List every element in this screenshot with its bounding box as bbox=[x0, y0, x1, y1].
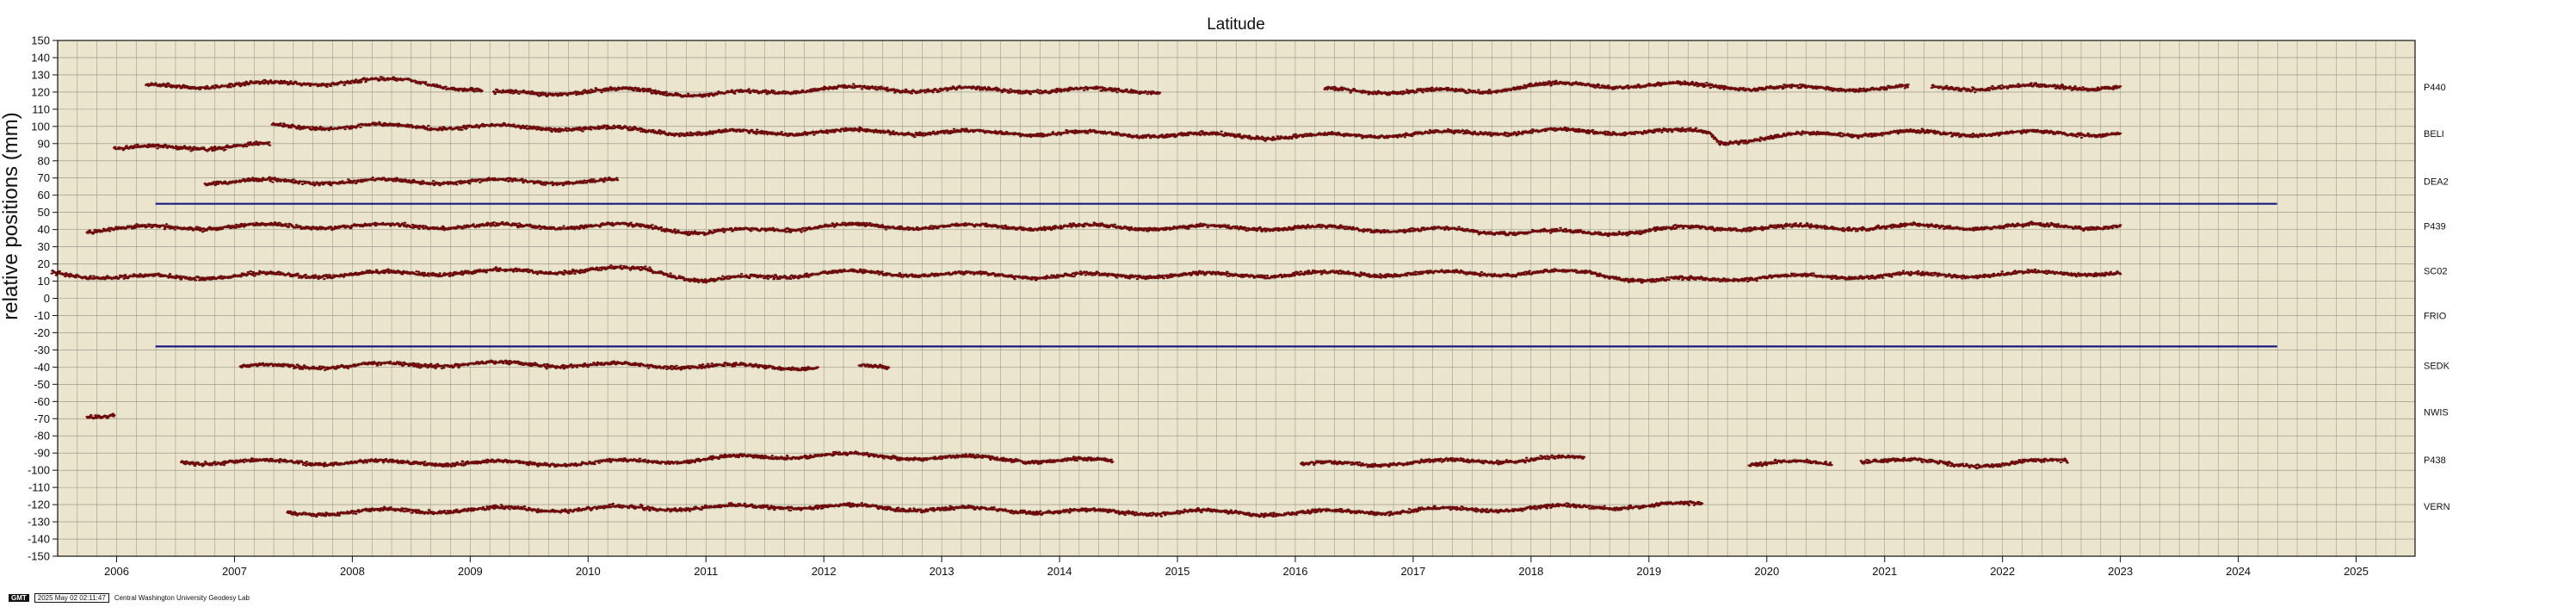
x-tick-label: 2020 bbox=[1754, 565, 1779, 578]
station-label-sc02: SC02 bbox=[2424, 267, 2448, 277]
x-tick-label: 2025 bbox=[2344, 565, 2369, 578]
credit: Central Washington University Geodesy La… bbox=[114, 594, 250, 602]
grid bbox=[57, 40, 2415, 556]
y-tick-label: 90 bbox=[38, 137, 50, 150]
y-tick-label: 120 bbox=[31, 85, 50, 98]
y-tick-label: -80 bbox=[34, 430, 50, 443]
latitude-chart: Latitude relative positions (mm) 150 140 1… bbox=[0, 15, 2450, 578]
x-tick-label: 2010 bbox=[576, 565, 601, 578]
station-label-p439: P439 bbox=[2424, 222, 2446, 232]
timestamp: 2025 May 02 02:11:47 bbox=[34, 593, 109, 603]
station-label-p440: P440 bbox=[2424, 83, 2446, 93]
x-tick-label: 2021 bbox=[1872, 565, 1897, 578]
footer: GMT 2025 May 02 02:11:47 Central Washing… bbox=[9, 593, 250, 603]
x-tick-label: 2009 bbox=[458, 565, 483, 578]
y-tick-label: -40 bbox=[34, 361, 50, 374]
y-tick-label: -20 bbox=[34, 326, 50, 339]
y-tick-label: 110 bbox=[32, 102, 50, 115]
x-tick-label: 2011 bbox=[694, 565, 718, 578]
y-tick-label: 60 bbox=[38, 189, 50, 201]
y-tick-label: 40 bbox=[38, 223, 50, 236]
x-tick-label: 2018 bbox=[1518, 565, 1543, 578]
y-tick-label: -30 bbox=[34, 344, 50, 356]
y-tick-label: -120 bbox=[28, 499, 50, 511]
station-label-sedk: SEDK bbox=[2424, 361, 2450, 371]
x-tick-label: 2017 bbox=[1400, 565, 1425, 578]
station-label-vern: VERN bbox=[2424, 502, 2450, 512]
station-label-nwis: NWIS bbox=[2424, 407, 2449, 418]
y-tick-label: -110 bbox=[28, 481, 50, 494]
y-tick-label: -60 bbox=[34, 395, 50, 408]
y-tick-label: 30 bbox=[38, 240, 50, 253]
y-axis-ticks: 1501401301201101009080706050403020100-10… bbox=[28, 34, 58, 563]
y-tick-label: 130 bbox=[31, 68, 50, 81]
x-tick-label: 2008 bbox=[340, 565, 365, 578]
x-tick-label: 2023 bbox=[2108, 565, 2133, 578]
y-tick-label: -140 bbox=[28, 533, 50, 546]
y-tick-label: -50 bbox=[34, 378, 50, 391]
y-tick-label: -100 bbox=[28, 464, 50, 477]
station-label-frio: FRIO bbox=[2424, 311, 2447, 321]
x-tick-label: 2022 bbox=[1990, 565, 2015, 578]
y-tick-label: 10 bbox=[38, 275, 50, 288]
y-tick-label: -70 bbox=[34, 412, 50, 425]
y-axis-label: relative positions (mm) bbox=[0, 112, 22, 319]
y-tick-label: 70 bbox=[38, 171, 50, 184]
y-tick-label: -150 bbox=[28, 550, 50, 563]
x-tick-label: 2015 bbox=[1165, 565, 1190, 578]
y-tick-label: 0 bbox=[44, 292, 50, 305]
x-tick-label: 2024 bbox=[2226, 565, 2251, 578]
x-tick-label: 2019 bbox=[1636, 565, 1661, 578]
gmt-logo: GMT bbox=[9, 594, 29, 602]
y-tick-label: 50 bbox=[38, 206, 50, 219]
station-label-dea2: DEA2 bbox=[2424, 177, 2449, 188]
x-tick-label: 2014 bbox=[1047, 565, 1072, 578]
y-tick-label: 150 bbox=[31, 34, 50, 47]
y-tick-label: 140 bbox=[31, 51, 50, 64]
x-tick-label: 2007 bbox=[222, 565, 247, 578]
chart-title: Latitude bbox=[1207, 15, 1265, 34]
y-tick-label: 100 bbox=[31, 120, 50, 133]
station-labels: P440 BELI DEA2 P439 SC02 FRIO SEDK NWIS P438 VERN bbox=[2424, 83, 2450, 512]
x-tick-label: 2012 bbox=[812, 565, 837, 578]
y-tick-label: -10 bbox=[34, 309, 50, 322]
x-tick-label: 2006 bbox=[104, 565, 129, 578]
y-tick-label: 80 bbox=[38, 154, 50, 167]
y-tick-label: -90 bbox=[34, 447, 50, 460]
x-tick-label: 2013 bbox=[930, 565, 954, 578]
y-tick-label: 20 bbox=[38, 257, 50, 270]
x-axis-ticks: 2006 2007 2008 2009 2010 2011 2012 2013 2014 2015… bbox=[104, 556, 2369, 578]
station-label-p438: P438 bbox=[2424, 455, 2446, 466]
station-label-beli: BELI bbox=[2424, 129, 2444, 139]
x-tick-label: 2016 bbox=[1283, 565, 1308, 578]
y-tick-label: -130 bbox=[28, 516, 50, 529]
